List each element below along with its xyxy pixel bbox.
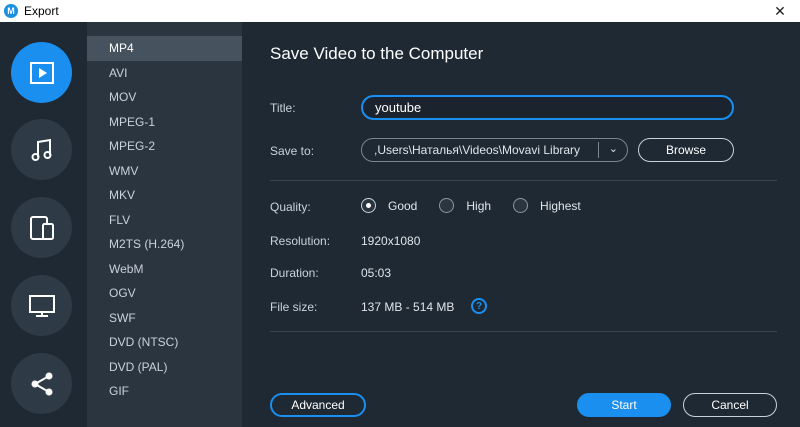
tv-export-button[interactable] <box>11 275 72 336</box>
file-size-value: 137 MB - 514 MB <box>361 300 455 314</box>
video-icon <box>29 61 54 84</box>
quality-good-option[interactable]: Good <box>361 198 417 213</box>
resolution-value: 1920x1080 <box>361 234 421 248</box>
movavi-app-icon: M <box>4 4 18 18</box>
format-item[interactable]: DVD (NTSC) <box>87 330 242 355</box>
browse-button[interactable]: Browse <box>638 138 734 162</box>
format-item[interactable]: MKV <box>87 183 242 208</box>
section-divider <box>270 331 777 332</box>
export-settings-panel: Save Video to the Computer Title: Save t… <box>242 22 800 427</box>
file-size-label: File size: <box>270 300 318 314</box>
page-title: Save Video to the Computer <box>270 44 484 63</box>
format-item[interactable]: MPEG-2 <box>87 134 242 159</box>
window-title: Export <box>24 4 59 18</box>
section-divider <box>270 180 777 181</box>
save-location-dropdown[interactable]: ,Users\Наталья\Videos\Movavi Library ⌄ <box>361 138 628 162</box>
advanced-button[interactable]: Advanced <box>270 393 366 417</box>
format-item[interactable]: FLV <box>87 208 242 233</box>
duration-value: 05:03 <box>361 266 392 280</box>
quality-highest-label: Highest <box>540 198 581 213</box>
title-input[interactable] <box>361 95 734 120</box>
devices-icon <box>29 215 54 240</box>
resolution-label: Resolution: <box>270 234 331 248</box>
save-to-label: Save to: <box>270 144 315 158</box>
title-label: Title: <box>270 101 296 115</box>
format-item[interactable]: MPEG-1 <box>87 110 242 135</box>
save-location-path: ,Users\Наталья\Videos\Movavi Library <box>374 143 581 157</box>
format-item[interactable]: AVI <box>87 61 242 86</box>
video-export-button[interactable] <box>11 42 72 103</box>
format-item[interactable]: MOV <box>87 85 242 110</box>
chevron-down-icon[interactable]: ⌄ <box>609 142 618 155</box>
quality-good-label: Good <box>388 198 418 213</box>
devices-export-button[interactable] <box>11 197 72 258</box>
format-item[interactable]: WebM <box>87 257 242 282</box>
radio-good[interactable] <box>361 198 376 213</box>
format-item[interactable]: GIF <box>87 379 242 404</box>
cancel-button[interactable]: Cancel <box>683 393 777 417</box>
close-icon[interactable]: ✕ <box>760 0 800 22</box>
quality-highest-option[interactable]: Highest <box>513 198 581 213</box>
radio-high[interactable] <box>439 198 455 213</box>
share-export-button[interactable] <box>11 353 72 414</box>
monitor-icon <box>28 294 55 317</box>
share-icon <box>31 372 52 395</box>
format-item[interactable]: SWF <box>87 306 242 331</box>
format-item[interactable]: DVD (PAL) <box>87 355 242 380</box>
help-icon[interactable]: ? <box>471 298 487 314</box>
music-note-icon <box>31 138 51 161</box>
export-category-rail <box>0 22 87 427</box>
format-item[interactable]: OGV <box>87 281 242 306</box>
format-list: MP4 AVI MOV MPEG-1 MPEG-2 WMV MKV FLV M2TS (H.26… <box>87 22 242 427</box>
quality-radio-group: Good High Highest <box>361 198 603 213</box>
dropdown-divider <box>598 142 599 158</box>
radio-highest[interactable] <box>513 198 529 213</box>
audio-export-button[interactable] <box>11 119 72 180</box>
start-button[interactable]: Start <box>577 393 671 417</box>
quality-high-label: High <box>466 198 492 213</box>
quality-high-option[interactable]: High <box>439 198 491 213</box>
format-item[interactable]: WMV <box>87 159 242 184</box>
format-item[interactable]: M2TS (H.264) <box>87 232 242 257</box>
duration-label: Duration: <box>270 266 319 280</box>
format-item[interactable]: MP4 <box>87 36 242 61</box>
quality-label: Quality: <box>270 200 311 214</box>
window-titlebar: M Export ✕ <box>0 0 800 22</box>
